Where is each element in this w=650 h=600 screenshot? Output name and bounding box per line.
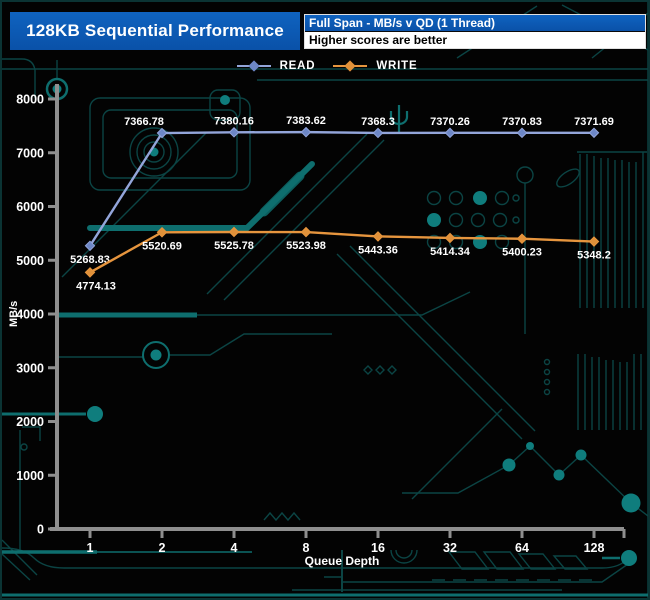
write-point-marker xyxy=(444,232,456,244)
x-tick-label: 1 xyxy=(87,541,94,555)
read-point-marker xyxy=(516,127,528,139)
y-tick-label: 8000 xyxy=(16,93,44,107)
x-axis-title: Queue Depth xyxy=(304,554,380,568)
write-point-marker xyxy=(84,267,96,278)
data-label: 5520.69 xyxy=(142,240,182,252)
read-point-marker xyxy=(300,126,312,138)
x-tick-label: 32 xyxy=(443,541,457,555)
legend-label-write: WRITE xyxy=(376,60,418,72)
legend-item-write: WRITE xyxy=(333,60,417,72)
data-label: 5400.23 xyxy=(502,247,542,259)
read-point-marker xyxy=(444,127,456,139)
chart-subtitle: Full Span - MB/s v QD (1 Thread) xyxy=(305,15,645,32)
data-label: 4774.13 xyxy=(76,280,116,292)
y-tick-label: 7000 xyxy=(16,146,44,160)
legend-label-read: READ xyxy=(279,60,316,72)
read-point-marker xyxy=(588,127,600,139)
y-axis-title: MB/s xyxy=(8,300,20,327)
y-tick-label: 3000 xyxy=(16,361,44,375)
data-label: 7370.83 xyxy=(502,116,542,128)
read-point-marker xyxy=(372,127,384,139)
legend: READ WRITE xyxy=(2,59,648,73)
x-tick-label: 8 xyxy=(303,541,310,555)
legend-item-read: READ xyxy=(236,60,316,72)
x-tick-label: 128 xyxy=(584,541,605,555)
chart-subtitle-box: Full Span - MB/s v QD (1 Thread) Higher … xyxy=(304,14,646,49)
x-tick-label: 64 xyxy=(515,541,529,555)
data-label: 5443.36 xyxy=(358,244,398,256)
data-label: 5523.98 xyxy=(286,240,326,252)
write-point-marker xyxy=(588,236,600,247)
data-label: 7371.69 xyxy=(574,116,614,128)
write-point-marker xyxy=(228,226,240,238)
data-label: 7366.78 xyxy=(124,116,164,128)
y-tick-label: 0 xyxy=(37,523,44,537)
x-tick-label: 16 xyxy=(371,541,385,555)
read-line xyxy=(88,130,595,247)
write-point-marker xyxy=(300,226,312,238)
write-point-marker xyxy=(516,233,528,245)
data-label: 5525.78 xyxy=(214,240,254,252)
chart-title: 128KB Sequential Performance xyxy=(10,12,300,50)
y-tick-label: 4000 xyxy=(16,308,44,322)
data-label: 7383.62 xyxy=(286,115,326,127)
y-tick-label: 6000 xyxy=(16,200,44,214)
x-tick-label: 2 xyxy=(159,541,166,555)
data-label: 5414.34 xyxy=(430,246,471,258)
chart-note: Higher scores are better xyxy=(305,32,645,48)
line-chart: 0 1000 2000 3000 4000 5000 6000 7000 8000 1 2 4 8 16 3… xyxy=(16,84,626,555)
data-label: 7380.16 xyxy=(214,115,254,127)
data-label: 7368.3 xyxy=(361,116,395,128)
data-label: 7370.26 xyxy=(430,116,470,128)
data-label: 5348.2 xyxy=(577,250,611,262)
y-tick-label: 2000 xyxy=(16,415,44,429)
write-point-marker xyxy=(372,231,384,242)
read-point-marker xyxy=(228,127,240,138)
read-series-marker-icon xyxy=(236,60,271,72)
y-tick-label: 5000 xyxy=(16,254,44,268)
benchmark-chart-panel: 128KB Sequential Performance Full Span -… xyxy=(0,0,650,600)
x-tick-label: 4 xyxy=(231,541,238,555)
y-tick-label: 1000 xyxy=(16,469,44,483)
write-series-marker-icon xyxy=(333,60,368,72)
write-point-marker xyxy=(156,226,168,238)
